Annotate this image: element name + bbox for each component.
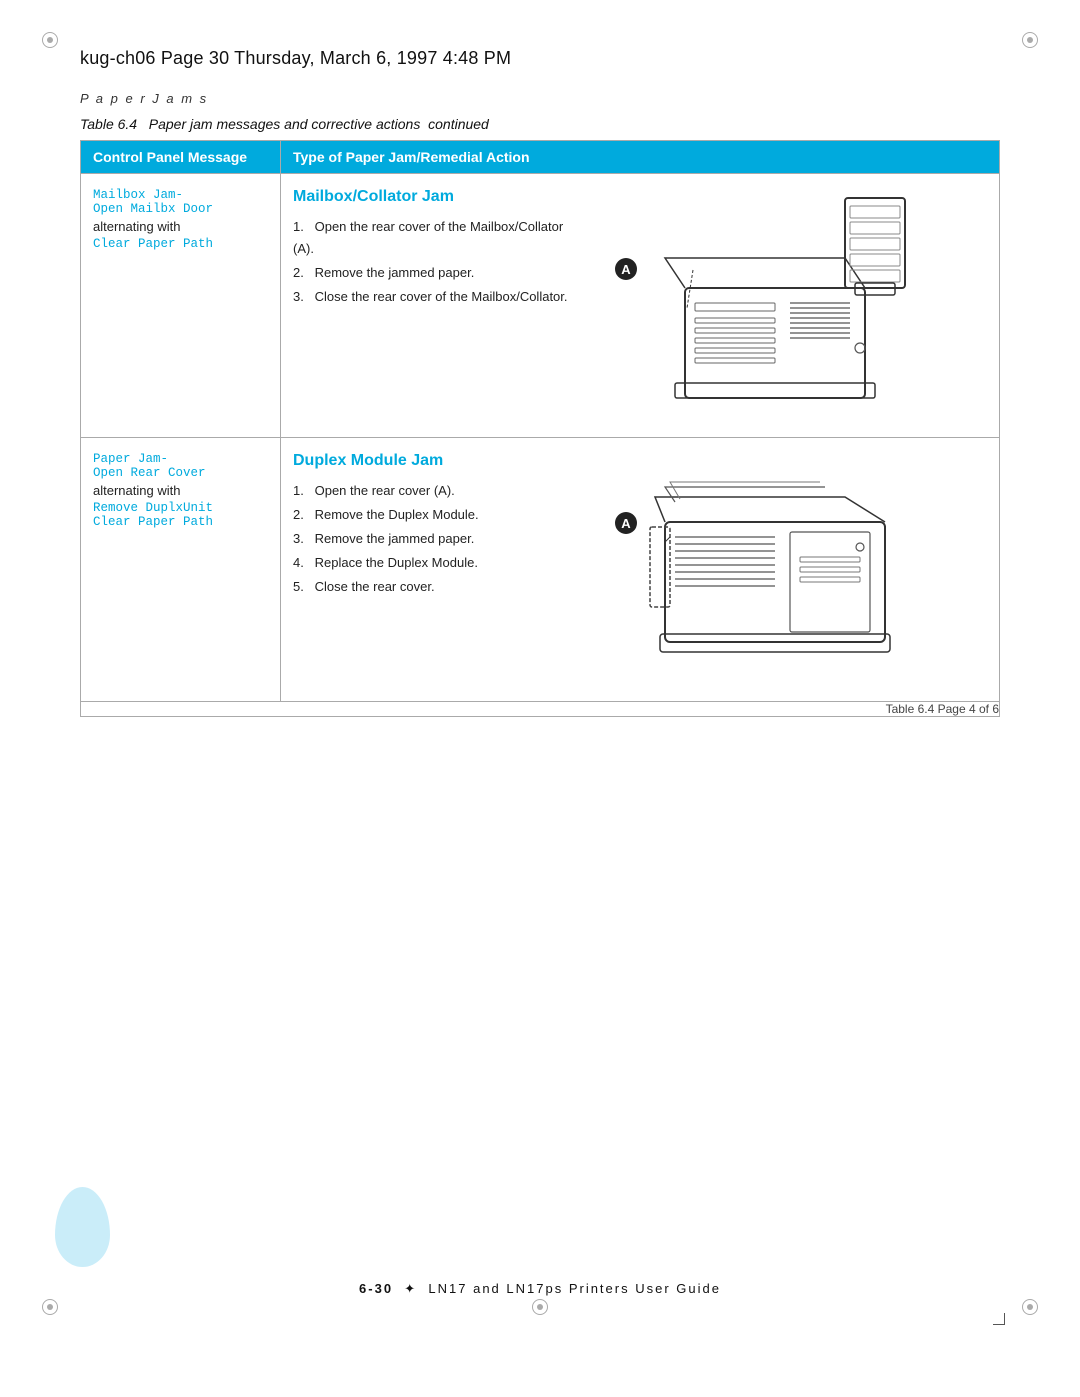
label-a-duplex: A (615, 512, 637, 534)
duplex-diagram-section: A (573, 452, 987, 687)
duplex-step-5: 5. Close the rear cover. (293, 576, 573, 598)
page-container: kug-ch06 Page 30 Thursday, March 6, 1997… (0, 0, 1080, 1397)
page-header: kug-ch06 Page 30 Thursday, March 6, 1997… (80, 48, 1000, 69)
duplex-cyan-4: Clear Paper Path (93, 515, 268, 529)
reg-mark-bl (40, 1297, 60, 1317)
mailbox-step-3: 3. Close the rear cover of the Mailbox/C… (293, 286, 573, 308)
reg-mark-br (1020, 1297, 1040, 1317)
col1-header: Control Panel Message (81, 141, 281, 174)
duplex-steps-list: 1. Open the rear cover (A). 2. Remove th… (293, 480, 573, 598)
mailbox-step-1: 1. Open the rear cover of the Mailbox/Co… (293, 216, 573, 260)
mailbox-row: Mailbox Jam- Open Mailbx Door alternatin… (81, 174, 1000, 438)
reg-mark-bm (530, 1297, 550, 1317)
reg-mark-tl (40, 30, 60, 50)
duplex-alternating: alternating with (93, 483, 268, 498)
mailbox-steps-section: Mailbox/Collator Jam 1. Open the rear co… (293, 188, 573, 310)
duplex-step-2: 2. Remove the Duplex Module. (293, 504, 573, 526)
duplex-cyan-3: Remove DuplxUnit (93, 501, 268, 515)
table-header-row: Control Panel Message Type of Paper Jam/… (81, 141, 1000, 174)
mailbox-cyan-3: Clear Paper Path (93, 237, 268, 251)
mailbox-diagram-section: A (573, 188, 987, 423)
page-footer: 6-30 ✦ LN17 and LN17ps Printers User Gui… (0, 1281, 1080, 1297)
table-footer-row: Table 6.4 Page 4 of 6 (81, 702, 1000, 717)
mailbox-steps-list: 1. Open the rear cover of the Mailbox/Co… (293, 216, 573, 308)
duplex-left-cell: Paper Jam- Open Rear Cover alternating w… (81, 438, 281, 702)
duplex-step-1: 1. Open the rear cover (A). (293, 480, 573, 502)
table-caption: Table 6.4 Paper jam messages and correct… (80, 116, 1000, 132)
mailbox-alternating: alternating with (93, 219, 268, 234)
duplex-row: Paper Jam- Open Rear Cover alternating w… (81, 438, 1000, 702)
mailbox-left-cell: Mailbox Jam- Open Mailbx Door alternatin… (81, 174, 281, 438)
mailbox-right-cell: Mailbox/Collator Jam 1. Open the rear co… (281, 174, 1000, 438)
corner-bracket (993, 1313, 1005, 1325)
duplex-cyan-2: Open Rear Cover (93, 466, 268, 480)
table-footer-cell: Table 6.4 Page 4 of 6 (81, 702, 1000, 717)
mailbox-cyan-2: Open Mailbx Door (93, 202, 268, 216)
mailbox-title: Mailbox/Collator Jam (293, 188, 573, 206)
mailbox-cyan-1: Mailbox Jam- (93, 188, 268, 202)
mailbox-diagram: A (645, 188, 925, 423)
mailbox-printer-svg (645, 188, 925, 418)
main-table: Control Panel Message Type of Paper Jam/… (80, 140, 1000, 717)
duplex-steps-section: Duplex Module Jam 1. Open the rear cover… (293, 452, 573, 600)
duplex-printer-svg (645, 452, 925, 682)
label-a-mailbox: A (615, 258, 637, 280)
duplex-right-cell: Duplex Module Jam 1. Open the rear cover… (281, 438, 1000, 702)
reg-mark-tr (1020, 30, 1040, 50)
duplex-cyan-1: Paper Jam- (93, 452, 268, 466)
mailbox-step-2: 2. Remove the jammed paper. (293, 262, 573, 284)
col2-header: Type of Paper Jam/Remedial Action (281, 141, 1000, 174)
duplex-step-4: 4. Replace the Duplex Module. (293, 552, 573, 574)
duplex-step-3: 3. Remove the jammed paper. (293, 528, 573, 550)
duplex-title: Duplex Module Jam (293, 452, 573, 470)
mailbox-content: Mailbox/Collator Jam 1. Open the rear co… (293, 188, 987, 423)
duplex-diagram: A (645, 452, 925, 687)
duplex-content: Duplex Module Jam 1. Open the rear cover… (293, 452, 987, 687)
section-label: P a p e r J a m s (80, 91, 1000, 106)
decorative-blob (55, 1187, 110, 1267)
